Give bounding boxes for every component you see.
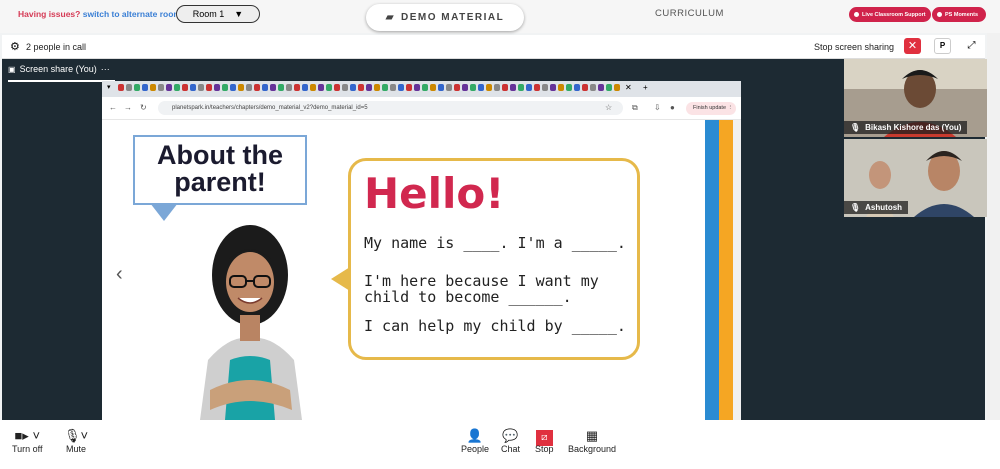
moments-label: PS Moments — [945, 11, 979, 18]
slide: About the parent! Hello! My name is ____… — [102, 120, 741, 420]
participant-name-self-text: Bikash Kishore das (You) — [865, 123, 962, 132]
moments-icon — [937, 12, 942, 17]
ps-moments-button[interactable]: PS Moments — [932, 7, 986, 22]
participant-name-ashutosh: 🎙 Ashutosh — [844, 201, 909, 214]
participant-name-self: 🎙 Bikash Kishore das (You) — [844, 121, 968, 134]
room-label: Room 1 — [192, 9, 225, 19]
gear-icon[interactable]: ⚙ — [10, 40, 20, 53]
download-icon[interactable]: ⇩ — [654, 103, 661, 112]
mute-button[interactable]: 🎙˅ Mute — [64, 428, 88, 454]
intro-line-2: I'm here because I want my child to beco… — [364, 272, 599, 306]
expand-icon[interactable]: ⤢ — [963, 38, 980, 54]
address-bar: ← → ↻ planetspark.in/teachers/chapters/d… — [102, 97, 741, 120]
screen-icon: ▣ — [8, 64, 16, 74]
stop-share-button[interactable]: ⧄ Stop — [535, 428, 554, 454]
person-icon: 👤 — [466, 428, 484, 443]
support-label: Live Classroom Support — [862, 11, 926, 18]
background-icon: ▦ — [585, 428, 599, 443]
people-count: 2 people in call — [26, 42, 87, 52]
top-bar: Having issues? switch to alternate room … — [0, 0, 1000, 33]
forward-icon[interactable]: → — [124, 103, 132, 112]
screen-share-text: Screen share (You) — [19, 64, 97, 74]
bookmark-star-icon[interactable]: ☆ — [605, 103, 612, 112]
screen-share-label: ▣ Screen share (You) ··· — [8, 64, 110, 74]
pin-button[interactable]: P — [934, 38, 951, 54]
active-underline — [8, 80, 115, 82]
page-scrollbar[interactable] — [733, 120, 741, 420]
mute-label: Mute — [66, 444, 87, 454]
stop-share-icon: ⧄ — [535, 428, 554, 446]
chat-button[interactable]: 💬 Chat — [501, 428, 520, 454]
camera-icon: ■▸ ˅ — [14, 428, 41, 443]
browser-tabs: ▾ ✕ + — [102, 81, 741, 97]
demo-material-button[interactable]: ▰ DEMO MATERIAL — [366, 4, 524, 31]
url-field[interactable]: planetspark.in/teachers/chapters/demo_ma… — [158, 101, 623, 115]
participant-tile-self[interactable]: 🎙 Bikash Kishore das (You) — [844, 59, 987, 137]
parent-illustration — [200, 225, 302, 420]
folder-icon: ▰ — [385, 12, 395, 23]
close-tab-icon[interactable]: ✕ — [625, 83, 632, 92]
participant-name-ashutosh-text: Ashutosh — [865, 203, 903, 212]
mic-icon: 🎙 — [850, 203, 861, 212]
shared-screen: ▾ ✕ + ← → ↻ planetspark.in/teachers/chap… — [102, 81, 741, 420]
mic-icon: 🎙 — [850, 123, 861, 132]
demo-material-label: DEMO MATERIAL — [401, 12, 505, 23]
about-tail — [150, 203, 178, 221]
finish-update-label: Finish update — [693, 105, 727, 111]
support-icon — [854, 12, 859, 17]
hello-title: Hello! — [364, 169, 505, 218]
issue-banner: Having issues? switch to alternate room — [18, 9, 181, 19]
extensions-icon[interactable]: ⧉ — [632, 103, 638, 113]
camera-button[interactable]: ■▸ ˅ Turn off — [12, 428, 43, 454]
prev-slide-icon[interactable]: ‹ — [116, 263, 123, 286]
camera-label: Turn off — [12, 444, 43, 454]
hello-bubble: Hello! My name is ____. I'm a _____. I'm… — [348, 158, 640, 360]
control-bar: ■▸ ˅ Turn off 🎙˅ Mute 👤 People 💬 Chat ⧄ … — [0, 420, 1000, 469]
window-scrollbar[interactable] — [987, 33, 1000, 420]
orange-stripe — [719, 120, 733, 420]
more-options-icon[interactable]: ··· — [101, 64, 110, 74]
room-select[interactable]: Room 1 ▼ — [176, 5, 260, 23]
live-support-button[interactable]: Live Classroom Support — [849, 7, 931, 22]
tab-favicons[interactable] — [118, 84, 620, 91]
alternate-room-link[interactable]: switch to alternate room — [83, 9, 181, 19]
profile-icon[interactable]: ● — [670, 103, 675, 112]
blue-stripe — [705, 120, 719, 420]
back-icon[interactable]: ← — [109, 103, 117, 112]
curriculum-tab[interactable]: CURRICULUM — [655, 8, 724, 19]
stop-sharing-label: Stop screen sharing — [814, 42, 895, 52]
stop-label: Stop — [535, 444, 554, 454]
participant-tile-ashutosh[interactable]: 🎙 Ashutosh — [844, 139, 987, 217]
background-label: Background — [568, 444, 617, 454]
stop-sharing-button[interactable]: ✕ — [904, 38, 921, 54]
about-title: About the parent! — [133, 135, 307, 205]
issue-question: Having issues? — [18, 9, 81, 19]
call-bar: ⚙ 2 people in call Stop screen sharing ✕… — [2, 35, 985, 59]
intro-line-3: I can help my child by _____. — [364, 317, 626, 335]
people-label: People — [461, 444, 490, 454]
chat-label: Chat — [501, 444, 521, 454]
reload-icon[interactable]: ↻ — [140, 103, 147, 112]
microphone-icon: 🎙˅ — [64, 428, 89, 443]
video-stage: ▣ Screen share (You) ··· ▾ ✕ + ← → ↻ pla… — [2, 59, 987, 420]
finish-update-button[interactable]: Finish update ⋮ — [686, 102, 736, 115]
new-tab-icon[interactable]: + — [643, 83, 648, 92]
chat-icon: 💬 — [502, 428, 519, 443]
people-button[interactable]: 👤 People — [461, 428, 489, 454]
tab-list-icon[interactable]: ▾ — [107, 83, 111, 91]
chevron-down-icon: ▼ — [234, 9, 244, 19]
background-button[interactable]: ▦ Background — [568, 428, 616, 454]
intro-line-1: My name is ____. I'm a _____. — [364, 234, 626, 252]
